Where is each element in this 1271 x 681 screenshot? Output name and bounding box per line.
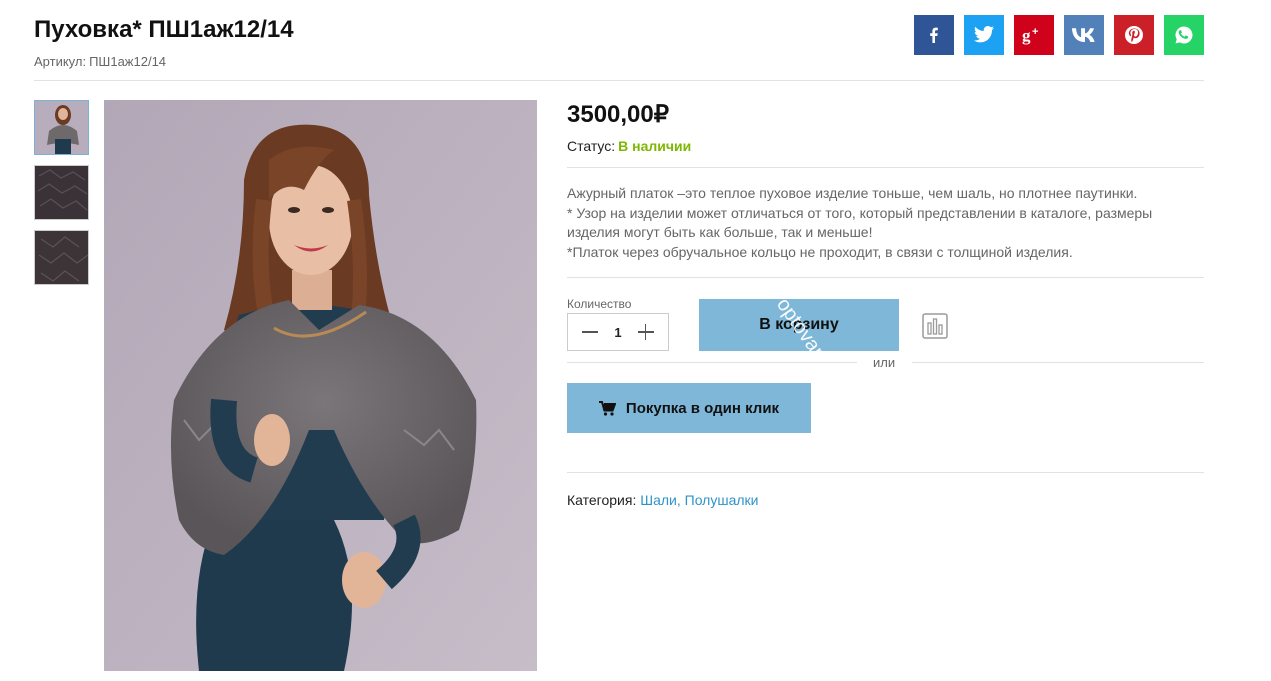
increase-quantity-button[interactable]: [637, 324, 654, 340]
category-separator: ,: [676, 492, 681, 508]
quantity-stepper: 1: [567, 313, 669, 351]
thumbnail-shawl-texture-2[interactable]: [34, 230, 89, 285]
facebook-icon: [930, 27, 938, 43]
one-click-buy-button[interactable]: Покупка в один клик: [567, 383, 811, 433]
sku-value: ПШ1аж12/14: [89, 54, 167, 69]
compare-icon[interactable]: [922, 313, 948, 339]
status-badge: В наличии: [618, 138, 692, 154]
quantity-label: Количество: [567, 297, 632, 311]
sku: Артикул: ПШ1аж12/14: [34, 54, 166, 69]
description-line: Ажурный платок –это теплое пуховое издел…: [567, 185, 1138, 201]
quantity-input[interactable]: 1: [614, 325, 621, 340]
or-separator: или: [873, 355, 896, 370]
decrease-quantity-button[interactable]: [582, 324, 598, 340]
model-photo-thumbnail: [35, 101, 88, 154]
vk-icon: [1072, 28, 1095, 42]
description-divider: [567, 277, 1204, 278]
category: Категория: Шали, Полушалки: [567, 492, 758, 508]
svg-text:g: g: [1022, 26, 1031, 45]
product-description: Ажурный платок –это теплое пуховое издел…: [567, 184, 1207, 262]
product-price: 3500,00₽: [567, 101, 670, 128]
category-link-half-shawls[interactable]: Полушалки: [685, 492, 759, 508]
category-link-shawls[interactable]: Шали: [640, 492, 677, 508]
product-main-image[interactable]: [104, 100, 537, 671]
facebook-share-button[interactable]: [914, 15, 954, 55]
description-line: * Узор на изделии может отличаться от то…: [567, 204, 1153, 221]
twitter-share-button[interactable]: [964, 15, 1004, 55]
thumbnail-shawl-texture-1[interactable]: [34, 165, 89, 220]
shawl-texture-thumbnail: [35, 231, 88, 284]
header-divider: [34, 80, 1204, 81]
vk-share-button[interactable]: [1064, 15, 1104, 55]
thumbnail-model-photo[interactable]: [34, 100, 89, 155]
model-photo: [104, 100, 537, 671]
svg-text:+: +: [1032, 26, 1038, 38]
purchase-divider: [567, 472, 1204, 473]
thumbnail-list: [34, 100, 89, 295]
or-divider-right: [912, 362, 1204, 363]
or-divider-left: [567, 362, 857, 363]
google-plus-icon: g +: [1022, 26, 1038, 45]
stock-status: Статус: В наличии: [567, 138, 691, 154]
pinterest-share-button[interactable]: [1114, 15, 1154, 55]
shawl-texture-thumbnail: [35, 166, 88, 219]
status-label: Статус:: [567, 138, 616, 154]
price-divider: [567, 167, 1204, 168]
one-click-label: Покупка в один клик: [625, 399, 780, 417]
whatsapp-share-button[interactable]: [1164, 15, 1204, 55]
google-plus-share-button[interactable]: g +: [1014, 15, 1054, 55]
description-line: изделия могут быть как больше, так и мен…: [567, 224, 873, 240]
cart-icon: [598, 400, 616, 416]
add-to-cart-button[interactable]: В корзину: [699, 299, 899, 351]
sku-label: Артикул:: [34, 54, 87, 69]
product-title: Пуховка* ПШ1аж12/14: [34, 16, 294, 43]
category-label: Категория:: [567, 492, 637, 508]
whatsapp-icon: [1175, 26, 1193, 44]
pinterest-icon: [1125, 26, 1143, 44]
share-buttons: g +: [914, 15, 1204, 55]
twitter-icon: [973, 26, 995, 43]
description-line: *Платок через обручальное кольцо не прох…: [567, 243, 1073, 260]
